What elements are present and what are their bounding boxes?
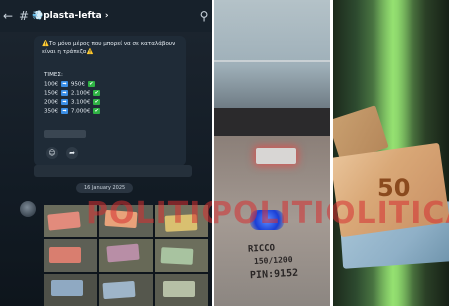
watermark: POLITICAL: [86, 196, 212, 231]
channel-hash: #: [18, 9, 30, 23]
device-box: [256, 148, 296, 164]
banknote-image: [49, 247, 81, 264]
price-row: 350€ ➡ 7.000€ ✔: [44, 108, 101, 115]
arrow-icon: ➡: [61, 90, 69, 96]
chat-header: ← # 💨plasta-lefta › ⚲: [0, 0, 212, 32]
date-divider: 16 January 2025: [76, 183, 134, 193]
photo-thumbnail[interactable]: [99, 273, 153, 306]
price-amount: 200€: [44, 99, 59, 106]
prices-title: ΤΙΜΕΣ:: [44, 72, 63, 78]
channel-title[interactable]: 💨plasta-lefta ›: [32, 11, 196, 21]
laptop-keyboard: [214, 108, 330, 136]
photo-thumbnail[interactable]: [154, 273, 208, 306]
photo-thumbnail[interactable]: [44, 239, 98, 272]
price-row: 200€ ➡ 3.100€ ✔: [44, 99, 101, 106]
banknote-image: [106, 243, 140, 263]
desk-photo-panel: RICCO 150/1200 PIN:9152 POLITICAL: [214, 0, 330, 306]
photo-thumbnail[interactable]: [99, 239, 153, 272]
smiley-icon[interactable]: ☺: [46, 147, 58, 159]
photo-collage: ← # 💨plasta-lefta › ⚲ ⚠️Το μόνο μέρος πο…: [0, 0, 449, 306]
photo-thumbnail[interactable]: [44, 273, 98, 306]
price-row: 150€ ➡ 2.100€ ✔: [44, 90, 101, 97]
banknote-image: [51, 279, 83, 296]
check-icon: ✔: [87, 81, 95, 87]
watermark: POLITICAL: [214, 196, 330, 231]
share-icon[interactable]: ➦: [66, 147, 78, 159]
screen-bar: [214, 60, 330, 62]
banknote-image: [102, 280, 136, 299]
price-amount: 350€: [44, 108, 59, 115]
banknote-image: [160, 247, 194, 266]
banknote-photo-panel: 50 POLITICAL: [333, 0, 449, 306]
check-icon: ✔: [93, 90, 101, 96]
warning-text: ⚠️Το μόνο μέρος που μπορεί να σε καταλάβ…: [42, 41, 176, 55]
banknote-image: [162, 280, 195, 297]
search-icon[interactable]: ⚲: [196, 9, 212, 23]
redacted-link: [44, 130, 86, 138]
laptop-screen: [214, 0, 330, 108]
watermark: POLITICAL: [333, 196, 449, 231]
check-icon: ✔: [93, 99, 101, 105]
redacted-message: [34, 165, 192, 177]
photo-thumbnail[interactable]: [154, 239, 208, 272]
price-amount: 100€: [44, 81, 59, 88]
price-amount: 150€: [44, 90, 59, 97]
price-return: 3.100€: [70, 99, 91, 106]
chat-screenshot-panel: ← # 💨plasta-lefta › ⚲ ⚠️Το μόνο μέρος πο…: [0, 0, 212, 306]
price-return: 7.000€: [70, 108, 91, 115]
arrow-icon: ➡: [61, 99, 69, 105]
price-return: 950€: [70, 81, 86, 88]
price-return: 2.100€: [70, 90, 91, 97]
banknote-image: [47, 211, 81, 231]
check-icon: ✔: [93, 108, 101, 114]
handwritten-name: RICCO: [247, 243, 276, 255]
arrow-icon: ➡: [61, 108, 69, 114]
arrow-icon: ➡: [61, 81, 69, 87]
price-row: 100€ ➡ 950€ ✔: [44, 81, 95, 88]
avatar[interactable]: [20, 201, 36, 217]
back-arrow-icon[interactable]: ←: [0, 9, 16, 23]
